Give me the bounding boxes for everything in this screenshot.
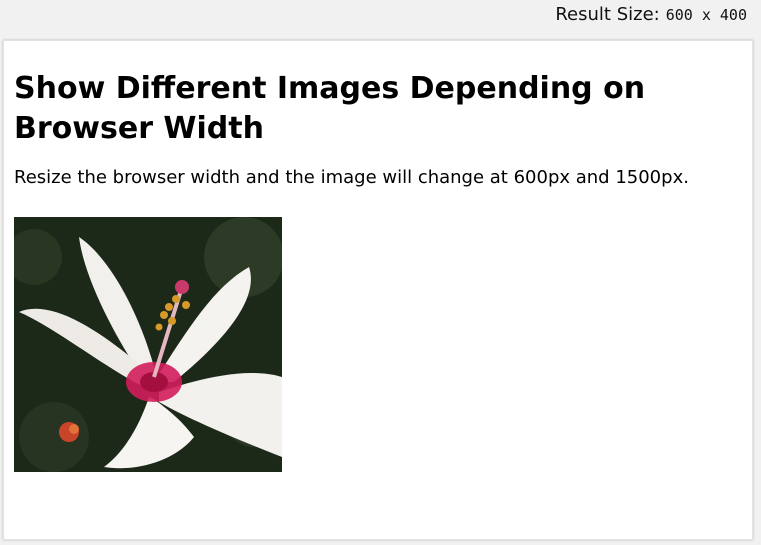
- page-description: Resize the browser width and the image w…: [14, 167, 689, 188]
- result-panel: Show Different Images Depending on Brows…: [3, 40, 753, 540]
- page-title: Show Different Images Depending on Brows…: [14, 71, 646, 146]
- result-size-dimensions: 600 x 400: [665, 6, 747, 24]
- flower-image: [14, 217, 282, 472]
- result-content: Show Different Images Depending on Brows…: [14, 69, 714, 191]
- result-size-bar: Result Size: 600 x 400: [0, 0, 761, 38]
- result-size-readout: Result Size: 600 x 400: [555, 4, 747, 25]
- result-size-label: Result Size:: [555, 4, 660, 25]
- flower-image-icon: [14, 217, 282, 472]
